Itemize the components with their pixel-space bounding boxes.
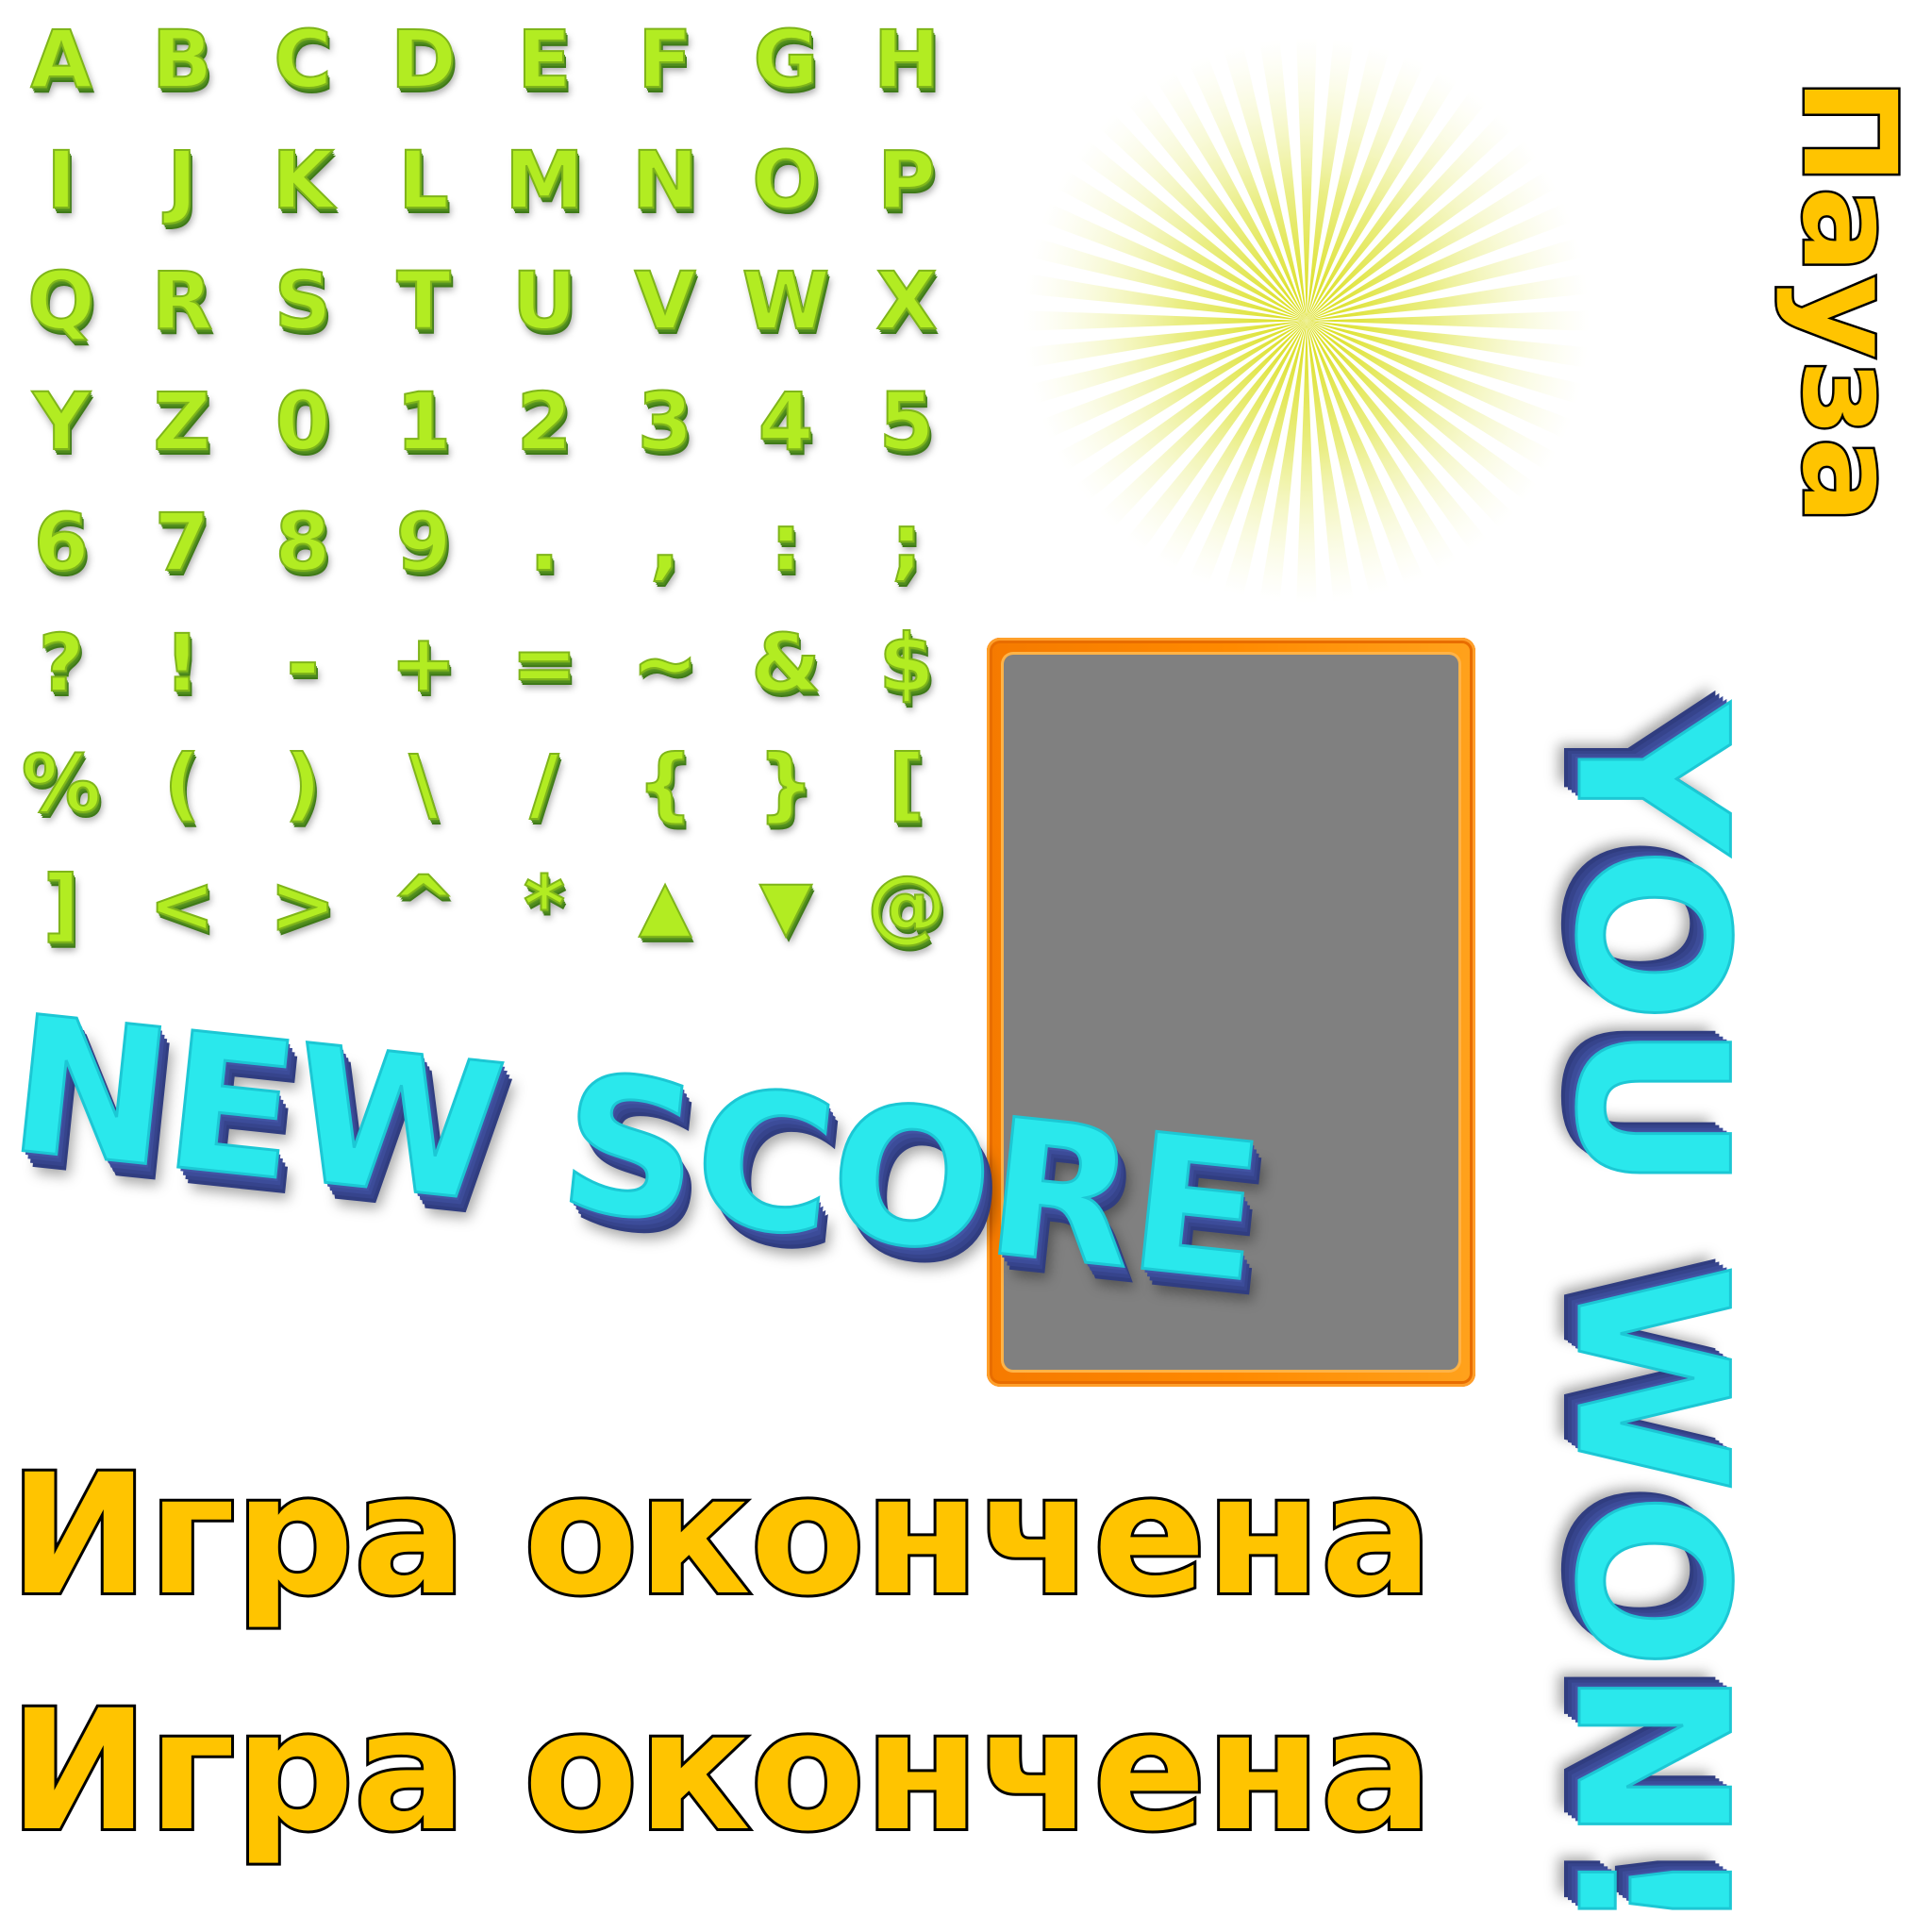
sprite-atlas: A B C D E F G H I J K L M N O P Q R S T U V W X Y Z 0 1 2 3 4 5 6 7 8 9.,:;… — [0, 0, 1932, 1932]
glyph-tile: X — [875, 255, 939, 347]
glyph-tile: 1 — [395, 375, 452, 468]
glyph-tile: % — [21, 738, 102, 830]
glyph-tile: R — [151, 255, 214, 347]
you-won-area: YOU WON! — [1509, 641, 1792, 1932]
glyph-tile: : — [769, 496, 803, 589]
glyph-tile: $ — [878, 617, 935, 709]
pause-label-area: Пауза — [1764, 0, 1932, 604]
glyph-tile: ; — [890, 496, 924, 589]
glyph-tile: K — [271, 134, 334, 226]
glyph-tile: T — [395, 255, 451, 347]
glyph-tile: \ — [408, 738, 440, 830]
glyph-tile: ~ — [631, 617, 699, 709]
glyph-tile: ] — [42, 858, 80, 951]
glyph-tile: F — [637, 13, 692, 106]
glyph-tile: - — [286, 617, 321, 709]
glyph-tile: A — [29, 13, 92, 106]
glyph-tile: 5 — [878, 375, 935, 468]
glyph-tile: V — [633, 255, 696, 347]
glyph-tile: / — [529, 738, 560, 830]
glyph-tile: U — [511, 255, 577, 347]
glyph-tile: Z — [153, 375, 212, 468]
glyph-tile: B — [151, 13, 213, 106]
glyph-tile: W — [741, 255, 831, 347]
glyph-tile: 7 — [154, 496, 210, 589]
glyph-tile: S — [274, 255, 333, 347]
pause-label: Пауза — [1772, 75, 1925, 528]
glyph-tile: { — [636, 738, 694, 830]
glyph-tile: [ — [888, 738, 925, 830]
glyph-tile: < — [148, 858, 216, 951]
glyph-tile: J — [166, 134, 197, 226]
glyph-tile: H — [873, 13, 941, 106]
glyph-tile: D — [390, 13, 458, 106]
game-over-label-alt: Игра окончена — [7, 1674, 1436, 1868]
glyph-tile: , — [649, 496, 681, 589]
glyph-grid: A B C D E F G H I J K L M N O P Q R S T U V W X Y Z 0 1 2 3 4 5 6 7 8 9.,:;… — [0, 0, 972, 981]
glyph-tile: } — [757, 738, 815, 830]
glyph-tile: @ — [866, 858, 947, 951]
glyph-tile: ▼ — [758, 865, 812, 944]
glyph-tile: & — [750, 617, 821, 709]
glyph-tile: Y — [32, 375, 92, 468]
glyph-tile: ( — [163, 738, 201, 830]
glyph-tile: 3 — [637, 375, 693, 468]
glyph-tile: 2 — [516, 375, 573, 468]
glyph-tile: O — [751, 134, 820, 226]
sunburst-icon — [1024, 38, 1590, 604]
you-won-label: YOU WON! — [1529, 703, 1774, 1932]
glyph-tile: 4 — [758, 375, 814, 468]
new-score-label: NEW SCORE — [0, 974, 1271, 1326]
glyph-tile: P — [876, 134, 937, 226]
glyph-tile: E — [516, 13, 572, 106]
glyph-tile: = — [510, 617, 578, 709]
glyph-tile: . — [528, 496, 560, 589]
glyph-tile: 9 — [395, 496, 452, 589]
glyph-tile: 6 — [33, 496, 90, 589]
glyph-tile: ^ — [390, 858, 458, 951]
glyph-tile: M — [504, 134, 585, 226]
glyph-tile: 8 — [275, 496, 331, 589]
glyph-tile: G — [753, 13, 820, 106]
glyph-tile: ? — [38, 617, 86, 709]
glyph-tile: I — [45, 134, 76, 226]
glyph-tile: > — [269, 858, 337, 951]
glyph-tile: ▲ — [638, 865, 691, 944]
glyph-tile: L — [397, 134, 450, 226]
glyph-tile: ! — [163, 617, 201, 709]
glyph-tile: N — [631, 134, 699, 226]
glyph-tile: 0 — [275, 375, 331, 468]
glyph-tile: Q — [26, 255, 95, 347]
glyph-tile: ) — [284, 738, 322, 830]
glyph-tile: C — [273, 13, 333, 106]
game-over-label: Игра окончена — [7, 1439, 1436, 1632]
glyph-tile: * — [523, 858, 566, 951]
glyph-tile: + — [390, 617, 458, 709]
